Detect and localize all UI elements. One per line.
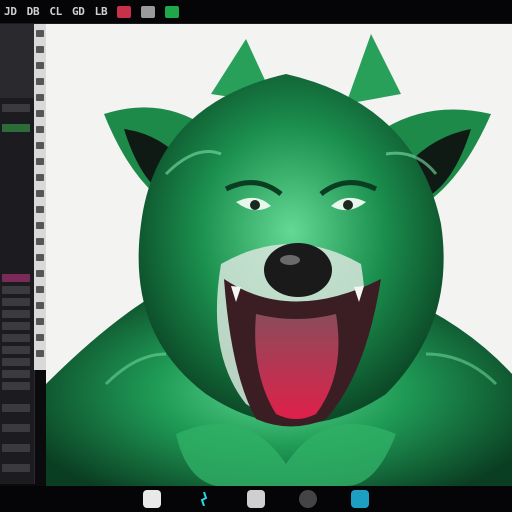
menu-item-1[interactable]: JD xyxy=(4,5,17,18)
panel-row[interactable] xyxy=(2,444,30,452)
document-icon[interactable] xyxy=(143,490,161,508)
panel-row-active[interactable] xyxy=(2,124,30,132)
camera-icon[interactable] xyxy=(299,490,317,508)
tool-button[interactable] xyxy=(36,158,44,165)
tool-button[interactable] xyxy=(36,62,44,69)
menu-bar: JD DB CL GD LB xyxy=(0,0,512,24)
panel-row[interactable] xyxy=(2,322,30,330)
tool-button[interactable] xyxy=(36,30,44,37)
tool-button[interactable] xyxy=(36,318,44,325)
panel-row[interactable] xyxy=(2,404,30,412)
panel-row[interactable] xyxy=(2,424,30,432)
tool-button[interactable] xyxy=(36,254,44,261)
menu-item-4[interactable]: GD xyxy=(72,5,85,18)
panel-row[interactable] xyxy=(2,274,30,282)
tool-button[interactable] xyxy=(36,174,44,181)
tool-button[interactable] xyxy=(36,350,44,357)
spark-icon[interactable] xyxy=(195,490,213,508)
red-status-icon[interactable] xyxy=(117,5,132,18)
tool-button[interactable] xyxy=(36,190,44,197)
tool-button[interactable] xyxy=(36,94,44,101)
panel-row[interactable] xyxy=(2,286,30,294)
tool-button[interactable] xyxy=(36,206,44,213)
tool-button[interactable] xyxy=(36,334,44,341)
tool-button[interactable] xyxy=(36,222,44,229)
tool-button[interactable] xyxy=(36,302,44,309)
green-status-icon[interactable] xyxy=(165,5,180,18)
panel-row[interactable] xyxy=(2,382,30,390)
panel-header xyxy=(0,24,34,98)
panel-row[interactable] xyxy=(2,464,30,472)
menu-item-2[interactable]: DB xyxy=(27,5,40,18)
panel-row[interactable] xyxy=(2,346,30,354)
wolf-artwork xyxy=(46,34,512,486)
tool-button[interactable] xyxy=(36,78,44,85)
panel-row[interactable] xyxy=(2,358,30,366)
menu-item-5[interactable]: LB xyxy=(95,5,108,18)
panel-row[interactable] xyxy=(2,104,30,112)
tool-button[interactable] xyxy=(36,270,44,277)
tool-button[interactable] xyxy=(36,142,44,149)
panel-row[interactable] xyxy=(2,370,30,378)
panel-row[interactable] xyxy=(2,310,30,318)
drawing-canvas[interactable] xyxy=(46,24,512,486)
tool-button[interactable] xyxy=(36,46,44,53)
tool-button[interactable] xyxy=(36,110,44,117)
panel-row[interactable] xyxy=(2,334,30,342)
panel-row[interactable] xyxy=(2,298,30,306)
menu-item-3[interactable]: CL xyxy=(49,5,62,18)
dock-bar xyxy=(0,486,512,512)
tool-button[interactable] xyxy=(36,238,44,245)
gray-status-icon[interactable] xyxy=(141,5,156,18)
viewer-icon[interactable] xyxy=(247,490,265,508)
tool-button[interactable] xyxy=(36,126,44,133)
globe-icon[interactable] xyxy=(351,490,369,508)
tool-button[interactable] xyxy=(36,286,44,293)
